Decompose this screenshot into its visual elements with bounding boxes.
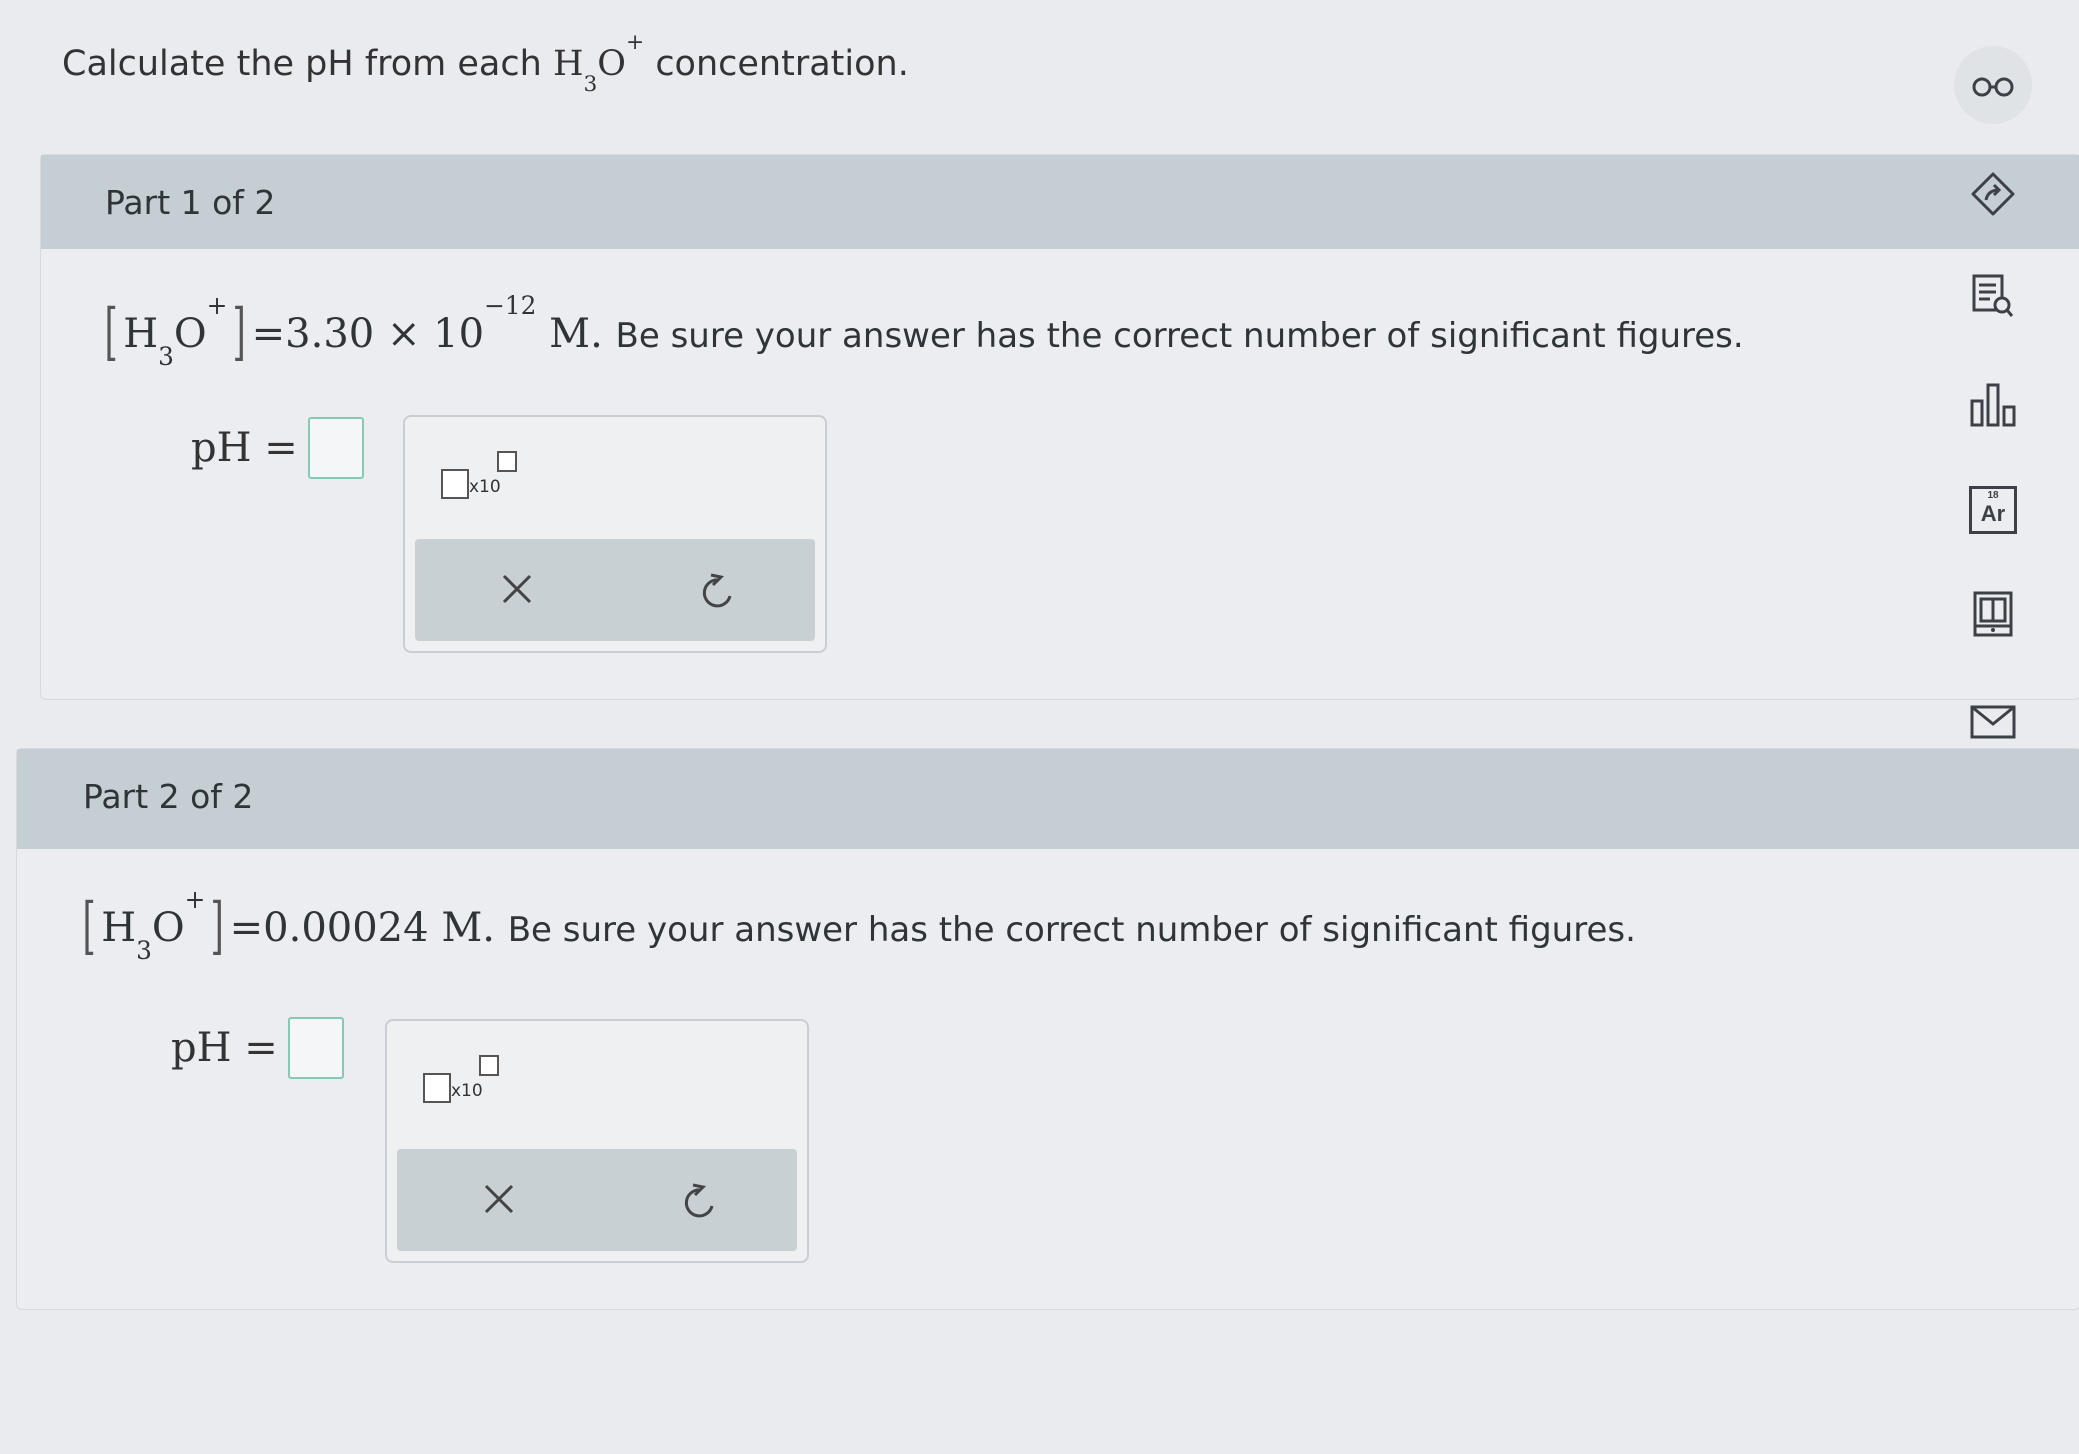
clear-button[interactable] (471, 1171, 527, 1227)
part-1-instruction: Be sure your answer has the correct numb… (615, 316, 1744, 356)
prompt-species-h: H (552, 44, 584, 84)
reference-card-icon[interactable] (1965, 586, 2021, 642)
ph-answer-input[interactable] (287, 1017, 344, 1079)
part-2-header: Part 2 of 2 (17, 749, 2079, 849)
x10-label: x10 (451, 1081, 483, 1101)
clear-button[interactable] (489, 561, 545, 617)
base-box (441, 469, 469, 499)
part-2-answer-row: pH = (171, 1017, 344, 1079)
envelope-icon (1970, 705, 2016, 739)
undo-button[interactable] (671, 1171, 727, 1227)
exponent-box (479, 1055, 499, 1076)
part-1-math-palette: x10 (403, 415, 827, 653)
part-1-concentration: [H3O+] =3.30 × 10−12 M. (99, 293, 616, 368)
conc-h: H (101, 905, 137, 951)
diamond-arrow-icon (1971, 172, 2015, 216)
part-1-header: Part 1 of 2 (41, 155, 2079, 249)
book-icon (1973, 591, 2013, 637)
prompt-species-sup: + (626, 30, 645, 56)
periodic-number: 18 (1987, 490, 1999, 501)
conc-sub: 3 (136, 935, 152, 965)
scientific-notation-button[interactable]: x10 (441, 451, 531, 511)
part-1-title: Part 1 of 2 (105, 183, 276, 222)
undo-button[interactable] (689, 561, 745, 617)
periodic-symbol: Ar (1980, 501, 2006, 526)
palette-action-bar (397, 1149, 797, 1251)
prompt-species-o: O (597, 44, 626, 84)
prompt-species-sub: 3 (583, 71, 598, 97)
bracket-right: ] (210, 889, 225, 962)
conc-o: O (173, 311, 207, 357)
ph-answer-input[interactable] (307, 417, 364, 479)
part-2-question: [H3O+] =0.00024 M. Be sure your answer ha… (77, 887, 1636, 962)
x10-label: x10 (469, 477, 501, 497)
conc-value: =3.30 × 10 (251, 311, 485, 357)
periodic-element-tile: 18 Ar (1969, 486, 2017, 534)
bracket-left: [ (82, 889, 96, 962)
conc-value: =0.00024 (229, 905, 429, 951)
prompt-species: H3O+ (552, 32, 644, 95)
close-icon (484, 1184, 514, 1214)
prompt-text-before: Calculate the pH from each (62, 44, 542, 84)
part-2-card: Part 2 of 2 [H3O+] =0.00024 M. Be sure yo… (16, 748, 2079, 1310)
undo-icon (702, 573, 732, 608)
part-2-math-palette: x10 (385, 1019, 809, 1263)
conc-unit: M. (549, 311, 603, 357)
conc-exponent: −12 (484, 291, 537, 321)
bracket-left: [ (104, 295, 118, 368)
hint-arrow-icon[interactable] (1965, 166, 2021, 222)
data-chart-icon[interactable] (1965, 376, 2021, 432)
conc-sup: + (184, 885, 206, 915)
calculator-list-icon[interactable] (1965, 268, 2021, 324)
prompt-text-after: concentration. (655, 44, 909, 84)
conc-sub: 3 (158, 341, 174, 371)
reader-glasses-icon[interactable] (1965, 58, 2021, 114)
palette-action-bar (415, 539, 815, 641)
ph-label: pH = (191, 425, 298, 471)
base-box (423, 1073, 451, 1103)
glasses-icon (1972, 77, 2014, 97)
list-search-icon (1972, 274, 2014, 317)
conc-unit: M. (441, 905, 495, 951)
part-1-question: [H3O+] =3.30 × 10−12 M. Be sure your answ… (99, 293, 1744, 368)
part-2-concentration: [H3O+] =0.00024 M. (77, 887, 508, 962)
part-1-card: Part 1 of 2 [H3O+] =3.30 × 10−12 M. Be su… (40, 154, 2079, 700)
undo-icon (684, 1183, 714, 1218)
exponent-box (497, 451, 517, 472)
message-envelope-icon[interactable] (1965, 694, 2021, 750)
conc-h: H (123, 311, 159, 357)
bracket-right: ] (232, 295, 247, 368)
bar-chart-icon (1970, 383, 2016, 427)
conc-sup: + (206, 291, 228, 321)
part-1-answer-row: pH = (191, 417, 364, 479)
scientific-notation-button[interactable]: x10 (423, 1055, 513, 1115)
part-2-title: Part 2 of 2 (83, 777, 254, 816)
question-prompt: Calculate the pH from each H3O+ concentr… (62, 32, 909, 95)
periodic-table-icon[interactable]: 18 Ar (1965, 482, 2021, 538)
close-icon (502, 574, 532, 604)
ph-label: pH = (171, 1025, 278, 1071)
part-2-instruction: Be sure your answer has the correct numb… (507, 910, 1636, 950)
conc-o: O (151, 905, 185, 951)
